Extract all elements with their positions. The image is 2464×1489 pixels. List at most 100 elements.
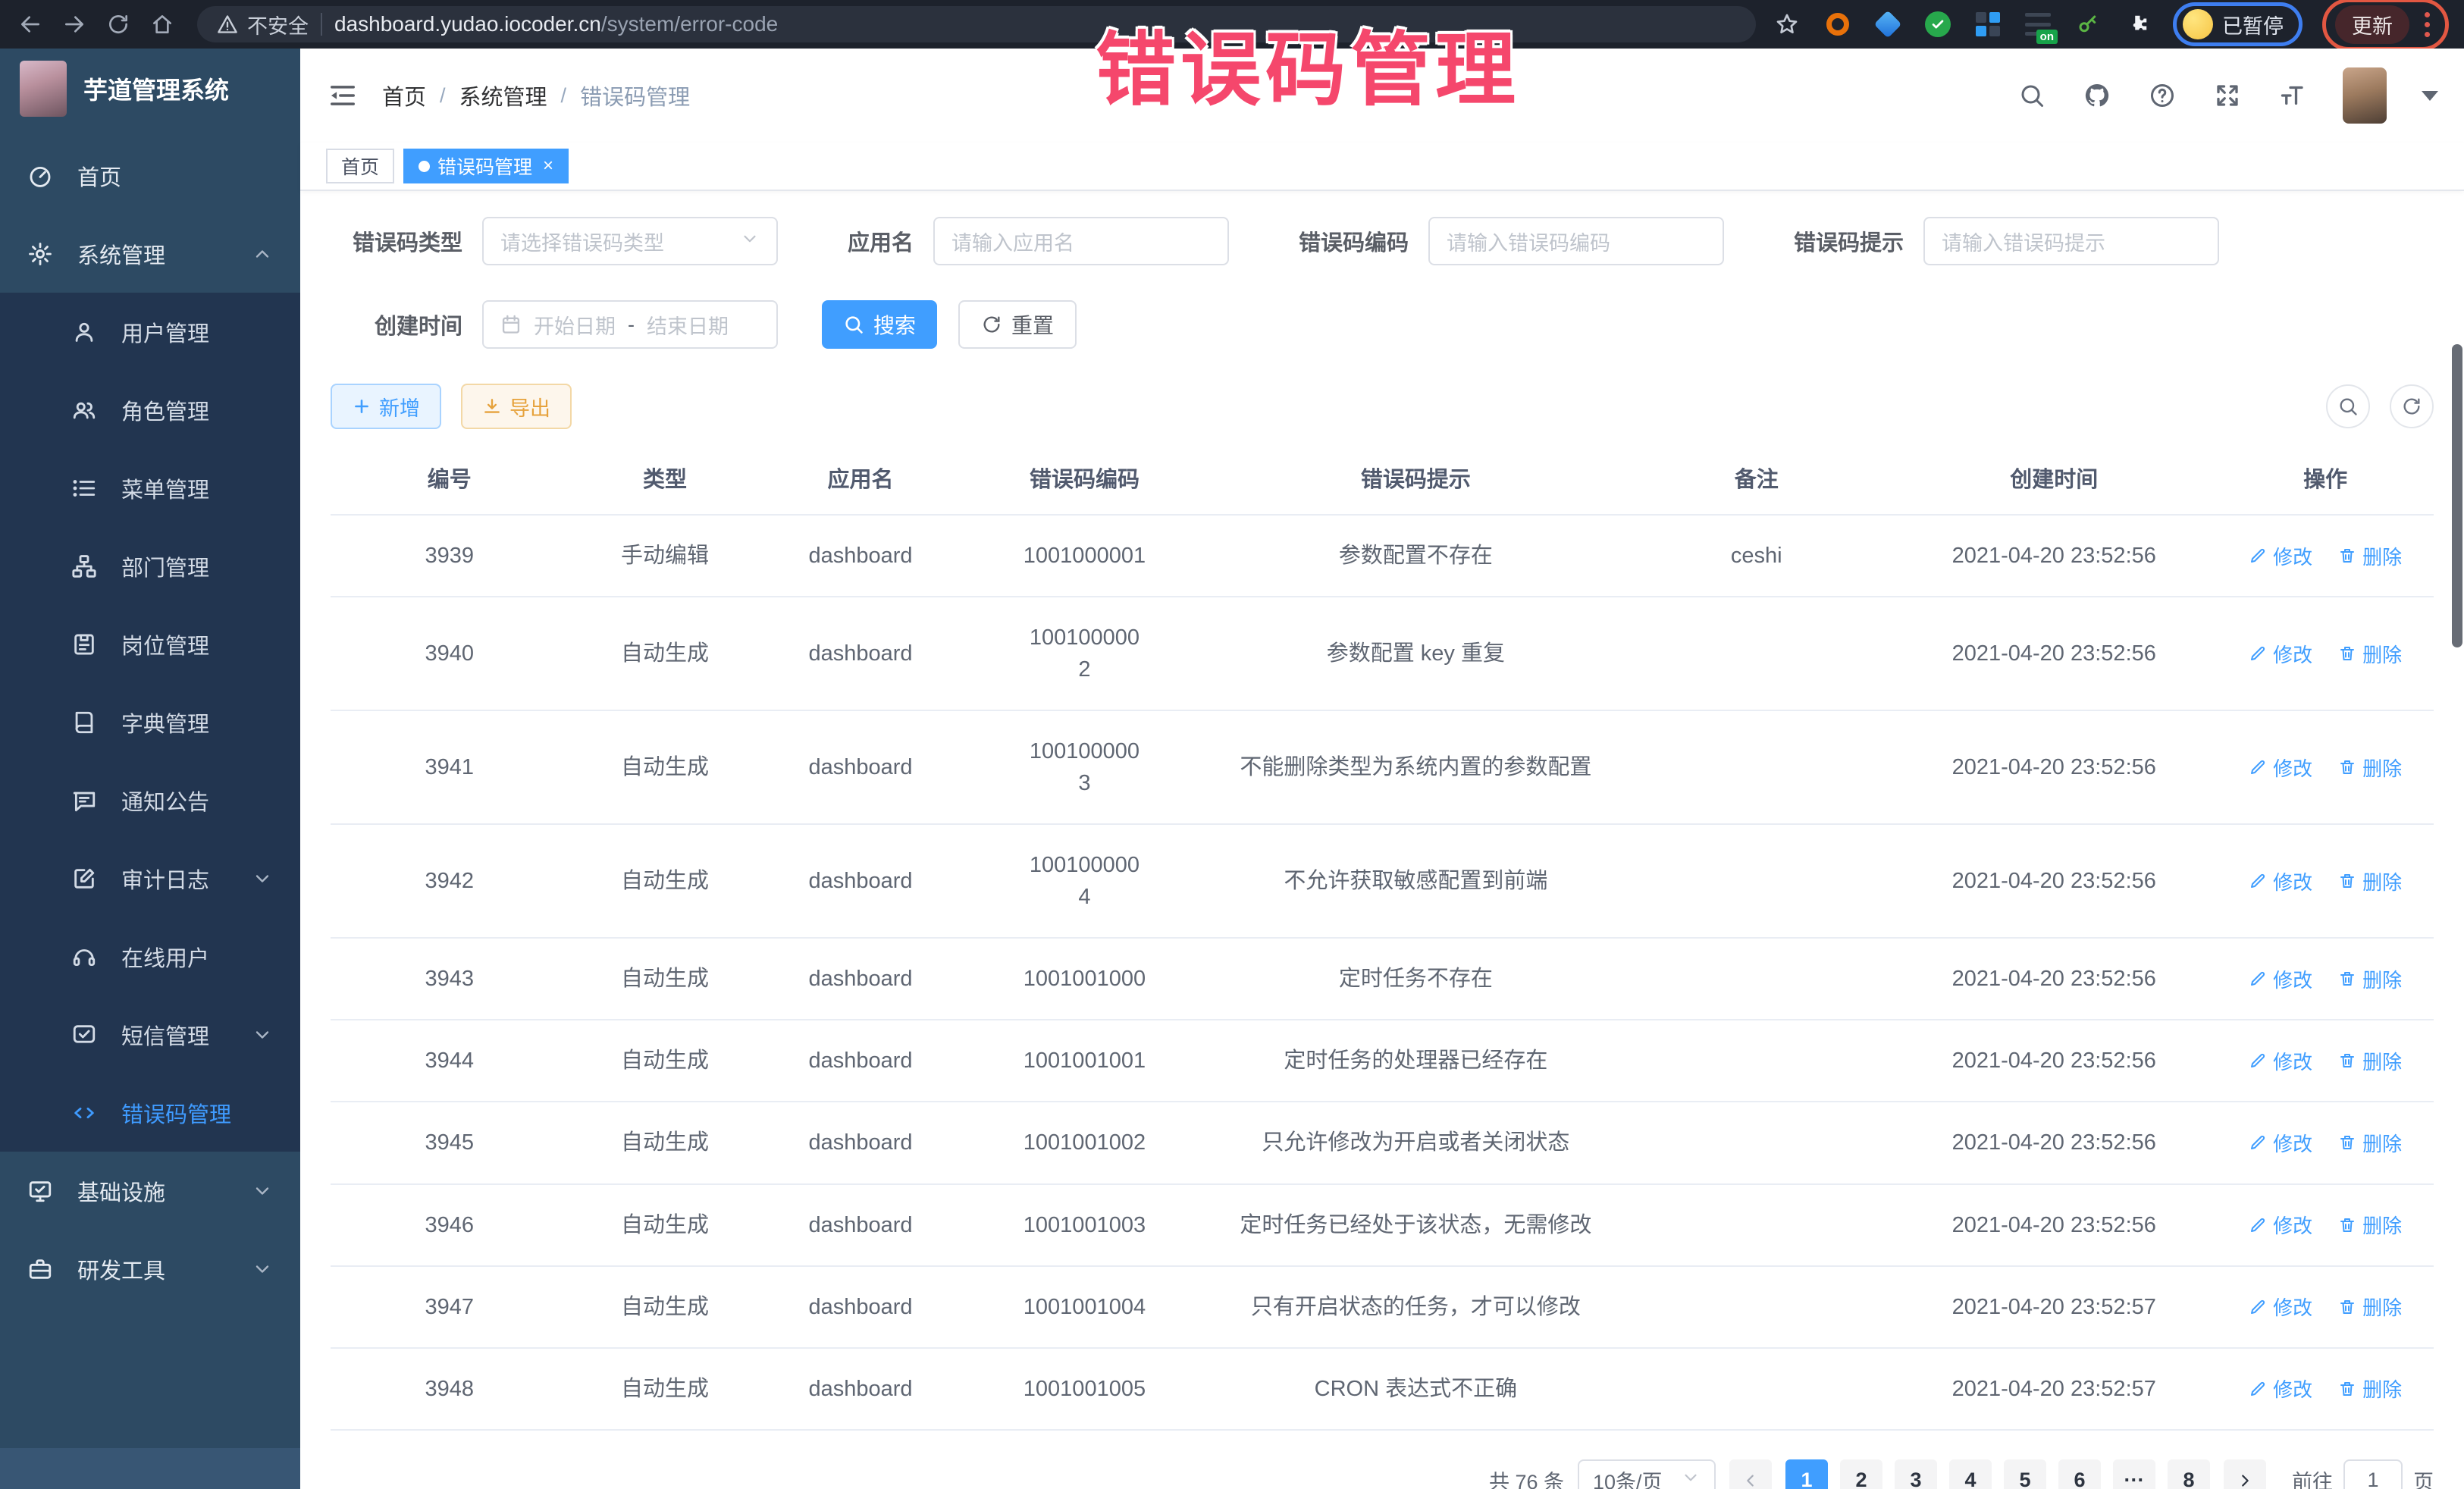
page-ellipsis[interactable]: ··· xyxy=(2113,1459,2155,1489)
page-button-8[interactable]: 8 xyxy=(2168,1459,2210,1489)
sidebar-item-notice[interactable]: 通知公告 xyxy=(0,761,300,839)
page-button-4[interactable]: 4 xyxy=(1949,1459,1992,1489)
delete-link[interactable]: 删除 xyxy=(2338,640,2402,668)
delete-link[interactable]: 删除 xyxy=(2338,867,2402,895)
page-button-1[interactable]: 1 xyxy=(1785,1459,1828,1489)
page-button-6[interactable]: 6 xyxy=(2058,1459,2101,1489)
extension-list-icon[interactable]: on xyxy=(2023,9,2053,39)
search-button[interactable]: 搜索 xyxy=(822,300,937,349)
table-tools xyxy=(2326,384,2434,428)
cell-code: 1001001000 xyxy=(959,939,1209,1019)
sidebar-item-infrastructure[interactable]: 基础设施 xyxy=(0,1152,300,1230)
sidebar-item-user-mgmt[interactable]: 用户管理 xyxy=(0,293,300,371)
delete-link[interactable]: 删除 xyxy=(2338,542,2402,570)
delete-link[interactable]: 删除 xyxy=(2338,754,2402,782)
trash-icon xyxy=(2338,1216,2356,1234)
sidebar-item-post-mgmt[interactable]: 岗位管理 xyxy=(0,605,300,683)
date-range-picker[interactable]: 开始日期 - 结束日期 xyxy=(482,300,778,349)
breadcrumb-system[interactable]: 系统管理 xyxy=(459,80,547,111)
back-icon[interactable] xyxy=(11,5,50,44)
update-button[interactable]: 更新 xyxy=(2335,5,2409,44)
edit-link[interactable]: 修改 xyxy=(2249,640,2312,668)
cell-actions: 修改 删除 xyxy=(2217,941,2434,1017)
scrollbar-thumb[interactable] xyxy=(2452,344,2462,647)
edit-link[interactable]: 修改 xyxy=(2249,1293,2312,1321)
close-icon[interactable]: × xyxy=(543,155,553,177)
extension-gem-icon[interactable] xyxy=(1873,9,1903,39)
sidebar-item-dept-mgmt[interactable]: 部门管理 xyxy=(0,527,300,605)
github-icon[interactable] xyxy=(2082,80,2112,111)
sidebar-item-sms-mgmt[interactable]: 短信管理 xyxy=(0,995,300,1074)
sidebar-item-error-code-mgmt[interactable]: 错误码管理 xyxy=(0,1074,300,1152)
sidebar-item-online-user[interactable]: 在线用户 xyxy=(0,917,300,995)
extension-orange-icon[interactable] xyxy=(1823,9,1853,39)
home-icon[interactable] xyxy=(143,5,182,44)
reload-icon[interactable] xyxy=(99,5,138,44)
extension-grid-icon[interactable] xyxy=(1973,9,2003,39)
forward-icon[interactable] xyxy=(55,5,94,44)
goto-page-input[interactable]: 1 xyxy=(2343,1459,2403,1489)
edit-link[interactable]: 修改 xyxy=(2249,867,2312,895)
kebab-menu-icon[interactable] xyxy=(2419,12,2436,37)
cell-remark xyxy=(1622,629,1891,678)
table-row: 3947 自动生成 dashboard 1001001004 只有开启状态的任务… xyxy=(331,1267,2434,1349)
delete-link[interactable]: 删除 xyxy=(2338,965,2402,993)
sidebar-item-system-mgmt[interactable]: 系统管理 xyxy=(0,215,300,293)
error-code-input[interactable]: 请输入错误码编码 xyxy=(1428,217,1724,265)
delete-link[interactable]: 删除 xyxy=(2338,1293,2402,1321)
extension-check-icon[interactable] xyxy=(1923,9,1953,39)
browser-profile-chip[interactable]: 已暂停 xyxy=(2173,2,2303,46)
delete-link[interactable]: 删除 xyxy=(2338,1129,2402,1157)
security-chip[interactable]: 不安全 xyxy=(217,10,309,39)
extension-key-icon[interactable] xyxy=(2073,9,2103,39)
delete-link[interactable]: 删除 xyxy=(2338,1047,2402,1075)
breadcrumb-home[interactable]: 首页 xyxy=(382,80,426,111)
sidebar-item-dict-mgmt[interactable]: 字典管理 xyxy=(0,683,300,761)
page-button-3[interactable]: 3 xyxy=(1895,1459,1937,1489)
search-icon[interactable] xyxy=(2017,80,2047,111)
app-logo-row[interactable]: 芋道管理系统 xyxy=(0,49,300,129)
sidebar-item-label: 字典管理 xyxy=(121,707,209,738)
page-button-5[interactable]: 5 xyxy=(2004,1459,2046,1489)
sidebar-item-home[interactable]: 首页 xyxy=(0,136,300,215)
edit-link[interactable]: 修改 xyxy=(2249,542,2312,570)
sidebar-item-role-mgmt[interactable]: 角色管理 xyxy=(0,371,300,449)
page-size-select[interactable]: 10条/页 xyxy=(1578,1459,1716,1489)
app-name-input[interactable]: 请输入应用名 xyxy=(933,217,1229,265)
help-icon[interactable] xyxy=(2147,80,2177,111)
fullscreen-icon[interactable] xyxy=(2212,80,2243,111)
edit-link[interactable]: 修改 xyxy=(2249,965,2312,993)
prev-page-button[interactable] xyxy=(1729,1459,1772,1489)
export-button[interactable]: 导出 xyxy=(461,384,572,429)
edit-link[interactable]: 修改 xyxy=(2249,754,2312,782)
user-avatar[interactable] xyxy=(2343,67,2387,124)
error-hint-input[interactable]: 请输入错误码提示 xyxy=(1923,217,2219,265)
error-type-select[interactable]: 请选择错误码类型 xyxy=(482,217,778,265)
page-button-2[interactable]: 2 xyxy=(1840,1459,1882,1489)
caret-down-icon[interactable] xyxy=(2422,91,2438,101)
sidebar-item-audit-log[interactable]: 审计日志 xyxy=(0,839,300,917)
pencil-icon xyxy=(2249,644,2267,663)
edit-link[interactable]: 修改 xyxy=(2249,1211,2312,1239)
refresh-button[interactable] xyxy=(2390,384,2434,428)
tab-error-code[interactable]: 错误码管理 × xyxy=(403,149,569,183)
next-page-button[interactable] xyxy=(2224,1459,2266,1489)
address-bar[interactable]: 不安全 dashboard.yudao.iocoder.cn/system/er… xyxy=(197,6,1756,42)
delete-link[interactable]: 删除 xyxy=(2338,1375,2402,1403)
hamburger-icon[interactable] xyxy=(326,79,359,112)
edit-link[interactable]: 修改 xyxy=(2249,1375,2312,1403)
edit-link[interactable]: 修改 xyxy=(2249,1129,2312,1157)
sidebar-item-dev-tools[interactable]: 研发工具 xyxy=(0,1230,300,1308)
tab-home[interactable]: 首页 xyxy=(326,149,394,183)
cell-code: 100100000 2 xyxy=(959,597,1209,710)
edit-link[interactable]: 修改 xyxy=(2249,1047,2312,1075)
font-size-icon[interactable] xyxy=(2277,80,2308,111)
add-button[interactable]: 新增 xyxy=(331,384,441,429)
column-header-time: 创建时间 xyxy=(1891,449,2217,514)
star-icon[interactable] xyxy=(1771,5,1803,44)
delete-link[interactable]: 删除 xyxy=(2338,1211,2402,1239)
sidebar-item-menu-mgmt[interactable]: 菜单管理 xyxy=(0,449,300,527)
hide-search-button[interactable] xyxy=(2326,384,2370,428)
extensions-puzzle-icon[interactable] xyxy=(2123,9,2153,39)
reset-button[interactable]: 重置 xyxy=(958,300,1077,349)
